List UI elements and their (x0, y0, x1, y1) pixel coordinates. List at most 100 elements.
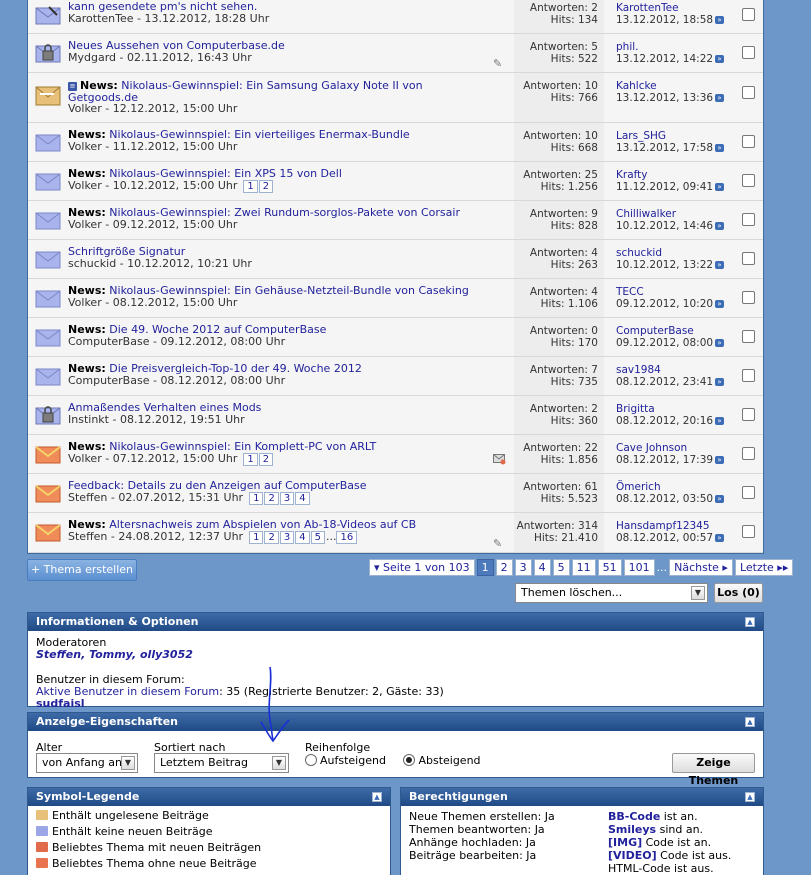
thread-author[interactable]: ComputerBase (68, 374, 149, 387)
go-to-last-post-icon[interactable]: » (715, 222, 725, 230)
active-user[interactable]: sudfaisl (36, 698, 755, 710)
go-to-last-post-icon[interactable]: » (715, 456, 725, 464)
thread-author[interactable]: Volker (68, 140, 102, 153)
thread-select-checkbox[interactable] (742, 525, 755, 538)
thread-author[interactable]: Steffen (68, 491, 107, 504)
thread-select-checkbox[interactable] (742, 174, 755, 187)
last-post-user[interactable]: Cave Johnson (616, 442, 687, 454)
go-to-last-post-icon[interactable]: » (715, 55, 725, 63)
permission-code-link[interactable]: [IMG] (608, 836, 642, 849)
ascending-radio[interactable] (305, 754, 317, 766)
go-to-last-post-icon[interactable]: » (715, 261, 725, 269)
go-to-last-post-icon[interactable]: » (715, 16, 725, 24)
thread-select-checkbox[interactable] (742, 447, 755, 460)
go-to-last-post-icon[interactable]: » (715, 339, 725, 347)
last-post-user[interactable]: sav1984 (616, 364, 661, 376)
page-link[interactable]: 3 (514, 559, 532, 576)
go-to-last-post-icon[interactable]: » (715, 495, 725, 503)
thread-page-link[interactable]: 2 (258, 453, 274, 466)
thread-select-checkbox[interactable] (742, 8, 755, 21)
thread-author[interactable]: KarottenTee (68, 12, 134, 25)
thread-select-checkbox[interactable] (742, 213, 755, 226)
go-to-last-post-icon[interactable]: » (715, 94, 725, 102)
go-to-last-post-icon[interactable]: » (715, 300, 725, 308)
collapse-icon[interactable]: ▲ (745, 792, 755, 802)
page-link[interactable]: 2 (495, 559, 513, 576)
last-post-user[interactable]: Kahlcke (616, 80, 657, 92)
next-page-link[interactable]: Nächste ▸ (669, 559, 733, 576)
go-to-last-post-icon[interactable]: » (715, 534, 725, 542)
permission-code-link[interactable]: [VIDEO] (608, 849, 657, 862)
thread-author[interactable]: Volker (68, 296, 102, 309)
locked-thread-icon (35, 42, 61, 64)
page-link[interactable]: 101 (623, 559, 655, 576)
thread-author[interactable]: Steffen (68, 530, 107, 543)
thread-page-link[interactable]: 2 (264, 531, 279, 544)
show-threads-button[interactable]: Zeige Themen (672, 753, 755, 787)
go-to-last-post-icon[interactable]: » (715, 378, 725, 386)
last-post-user[interactable]: Chilliwalker (616, 208, 676, 220)
thread-select-checkbox[interactable] (742, 486, 755, 499)
thread-page-link[interactable]: 1 (249, 492, 264, 505)
moderation-select[interactable]: Themen löschen... ▼ (515, 583, 708, 603)
thread-page-link[interactable]: 1 (249, 531, 264, 544)
thread-select-checkbox[interactable] (742, 369, 755, 382)
sort-select[interactable]: Letztem Beitrag ▼ (154, 753, 289, 773)
descending-radio[interactable] (403, 754, 416, 766)
page-link[interactable]: 11 (571, 559, 596, 576)
thread-page-link[interactable]: 16 (336, 531, 358, 544)
thread-select-checkbox[interactable] (742, 46, 755, 59)
moderators-list[interactable]: Steffen, Tommy, olly3052 (36, 649, 755, 661)
page-link[interactable]: 5 (552, 559, 570, 576)
thread-select-checkbox[interactable] (742, 135, 755, 148)
thread-select-checkbox[interactable] (742, 252, 755, 265)
last-post-user[interactable]: Lars_SHG (616, 130, 666, 142)
last-post-user[interactable]: KarottenTee (616, 2, 679, 14)
age-select[interactable]: von Anfang an ▼ (36, 753, 138, 773)
thread-author[interactable]: Volker (68, 452, 102, 465)
go-to-last-post-icon[interactable]: » (715, 417, 725, 425)
thread-author[interactable]: Instinkt (68, 413, 109, 426)
new-thread-button[interactable]: + Thema erstellen (27, 559, 137, 581)
thread-author[interactable]: Mydgard (68, 51, 116, 64)
last-post-user[interactable]: ComputerBase (616, 325, 694, 337)
page-link[interactable]: 51 (597, 559, 622, 576)
thread-page-link[interactable]: 2 (258, 180, 274, 193)
thread-page-link[interactable]: 1 (243, 180, 258, 193)
thread-page-link[interactable]: 5 (310, 531, 325, 544)
thread-author[interactable]: Volker (68, 102, 102, 115)
permission-code-link[interactable]: BB-Code (608, 810, 660, 823)
thread-page-link[interactable]: 4 (295, 531, 310, 544)
page-info-dropdown[interactable]: ▾ Seite 1 von 103 (369, 559, 475, 576)
last-post-user[interactable]: Brigitta (616, 403, 655, 415)
page-link[interactable]: 4 (533, 559, 551, 576)
thread-author[interactable]: schuckid (68, 257, 116, 270)
collapse-icon[interactable]: ▲ (745, 717, 755, 727)
thread-page-link[interactable]: 2 (264, 492, 279, 505)
go-to-last-post-icon[interactable]: » (715, 183, 725, 191)
thread-select-checkbox[interactable] (742, 86, 755, 99)
last-post-user[interactable]: schuckid (616, 247, 662, 259)
thread-select-checkbox[interactable] (742, 408, 755, 421)
collapse-icon[interactable]: ▲ (372, 792, 382, 802)
last-post-user[interactable]: Ömerich (616, 481, 661, 493)
thread-select-checkbox[interactable] (742, 291, 755, 304)
last-post-user[interactable]: Krafty (616, 169, 647, 181)
thread-page-link[interactable]: 1 (243, 453, 258, 466)
go-button[interactable]: Los (0) (714, 583, 763, 603)
last-post-user[interactable]: Hansdampf12345 (616, 520, 710, 532)
thread-author[interactable]: Volker (68, 179, 102, 192)
thread-page-link[interactable]: 3 (279, 492, 295, 505)
thread-title-link[interactable]: Nikolaus-Gewinnspiel: Ein Samsung Galaxy… (68, 79, 423, 104)
last-post-user[interactable]: TECC (616, 286, 644, 298)
thread-author[interactable]: ComputerBase (68, 335, 149, 348)
permission-code-link[interactable]: Smileys (608, 823, 656, 836)
thread-select-checkbox[interactable] (742, 330, 755, 343)
last-page-link[interactable]: Letzte ▸▸ (734, 559, 794, 576)
thread-author[interactable]: Volker (68, 218, 102, 231)
go-to-last-post-icon[interactable]: » (715, 144, 725, 152)
thread-page-link[interactable]: 3 (279, 531, 295, 544)
collapse-icon[interactable]: ▲ (745, 617, 755, 627)
last-post-user[interactable]: phil. (616, 41, 639, 53)
thread-page-link[interactable]: 4 (295, 492, 310, 505)
